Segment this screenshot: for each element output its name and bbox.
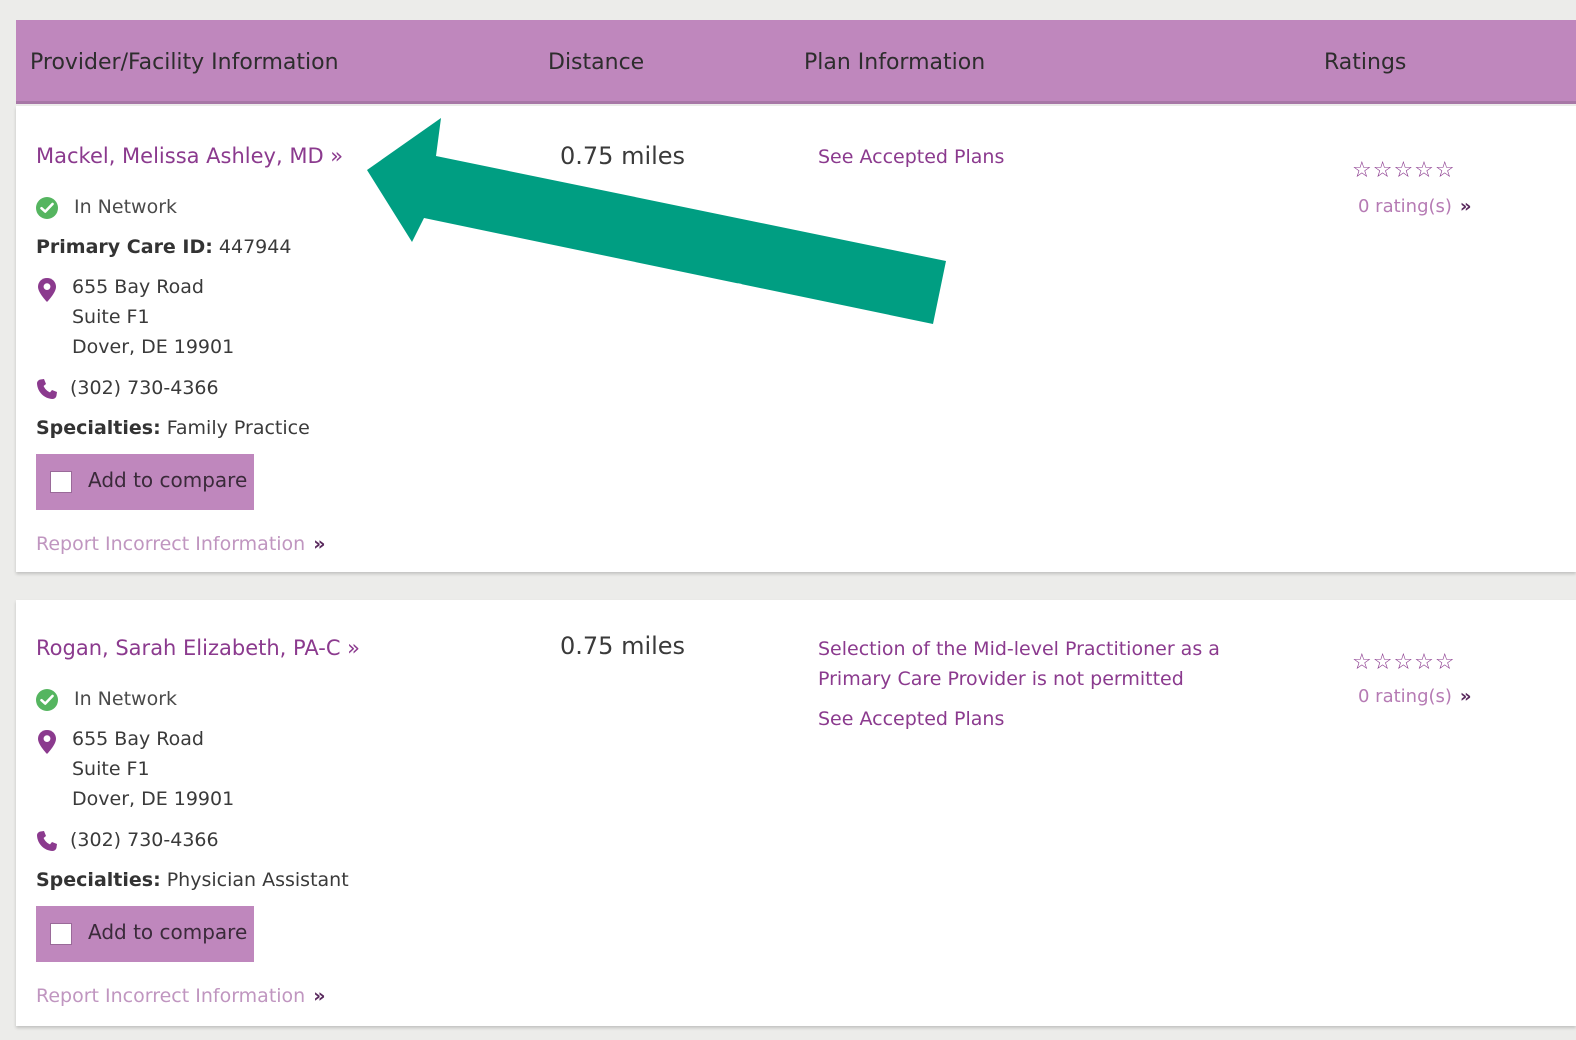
add-to-compare-button[interactable]: Add to compare bbox=[36, 906, 254, 962]
see-accepted-plans-link[interactable]: See Accepted Plans bbox=[818, 708, 1004, 730]
rating-count-link[interactable]: 0 rating(s) » bbox=[1358, 196, 1472, 217]
network-status: In Network bbox=[74, 196, 178, 218]
provider-card: Mackel, Melissa Ashley, MD » In Network … bbox=[16, 106, 1576, 572]
compare-label: Add to compare bbox=[88, 920, 248, 944]
map-pin-icon bbox=[38, 278, 56, 306]
network-status: In Network bbox=[74, 688, 178, 710]
add-to-compare-button[interactable]: Add to compare bbox=[36, 454, 254, 510]
provider-card: Rogan, Sarah Elizabeth, PA-C » In Networ… bbox=[16, 600, 1576, 1026]
distance-value: 0.75 miles bbox=[560, 632, 686, 660]
address-line-2: Suite F1 bbox=[72, 306, 150, 328]
address-line-3: Dover, DE 19901 bbox=[72, 336, 235, 358]
results-table-header: Provider/Facility Information Distance P… bbox=[16, 20, 1576, 104]
rating-count-label: 0 rating(s) bbox=[1358, 686, 1452, 707]
phone-icon bbox=[36, 378, 58, 404]
map-pin-icon bbox=[38, 730, 56, 758]
address-line-1: 655 Bay Road bbox=[72, 276, 204, 298]
header-provider-info: Provider/Facility Information bbox=[30, 50, 339, 75]
report-incorrect-info-link[interactable]: Report Incorrect Information » bbox=[36, 533, 326, 555]
address-line-3: Dover, DE 19901 bbox=[72, 788, 235, 810]
specialties-row: Specialties: Physician Assistant bbox=[36, 869, 349, 891]
raquo-icon: » bbox=[1459, 196, 1472, 217]
check-circle-icon bbox=[36, 689, 58, 711]
check-circle-icon bbox=[36, 197, 58, 219]
rating-count-label: 0 rating(s) bbox=[1358, 196, 1452, 217]
see-accepted-plans-link[interactable]: See Accepted Plans bbox=[818, 146, 1004, 168]
report-label: Report Incorrect Information bbox=[36, 533, 306, 555]
report-incorrect-info-link[interactable]: Report Incorrect Information » bbox=[36, 985, 326, 1007]
primary-care-id-row: Primary Care ID: 447944 bbox=[36, 236, 291, 258]
raquo-icon: » bbox=[1459, 686, 1472, 707]
specialties-label: Specialties: bbox=[36, 417, 161, 439]
specialties-value: Family Practice bbox=[166, 417, 310, 439]
phone-number[interactable]: (302) 730-4366 bbox=[70, 829, 219, 851]
plan-note-line-1: Selection of the Mid-level Practitioner … bbox=[818, 638, 1220, 660]
compare-label: Add to compare bbox=[88, 468, 248, 492]
phone-icon bbox=[36, 830, 58, 856]
distance-value: 0.75 miles bbox=[560, 142, 686, 170]
star-outline-icon[interactable]: ☆☆☆☆☆ bbox=[1352, 650, 1456, 675]
specialties-row: Specialties: Family Practice bbox=[36, 417, 310, 439]
phone-number[interactable]: (302) 730-4366 bbox=[70, 377, 219, 399]
star-outline-icon[interactable]: ☆☆☆☆☆ bbox=[1352, 158, 1456, 183]
specialties-value: Physician Assistant bbox=[166, 869, 349, 891]
header-ratings: Ratings bbox=[1324, 50, 1407, 75]
address-line-1: 655 Bay Road bbox=[72, 728, 204, 750]
primary-care-id-value: 447944 bbox=[218, 236, 292, 258]
compare-checkbox[interactable] bbox=[50, 471, 72, 493]
address-line-2: Suite F1 bbox=[72, 758, 150, 780]
header-plan-info: Plan Information bbox=[804, 50, 986, 75]
header-distance: Distance bbox=[548, 50, 645, 75]
rating-count-link[interactable]: 0 rating(s) » bbox=[1358, 686, 1472, 707]
provider-name-link[interactable]: Mackel, Melissa Ashley, MD » bbox=[36, 144, 343, 168]
report-label: Report Incorrect Information bbox=[36, 985, 306, 1007]
primary-care-id-label: Primary Care ID: bbox=[36, 236, 213, 258]
provider-results-page: Provider/Facility Information Distance P… bbox=[0, 0, 1576, 1040]
specialties-label: Specialties: bbox=[36, 869, 161, 891]
plan-note-line-2: Primary Care Provider is not permitted bbox=[818, 668, 1184, 690]
raquo-icon: » bbox=[313, 533, 326, 555]
provider-name-link[interactable]: Rogan, Sarah Elizabeth, PA-C » bbox=[36, 636, 360, 660]
compare-checkbox[interactable] bbox=[50, 923, 72, 945]
raquo-icon: » bbox=[313, 985, 326, 1007]
